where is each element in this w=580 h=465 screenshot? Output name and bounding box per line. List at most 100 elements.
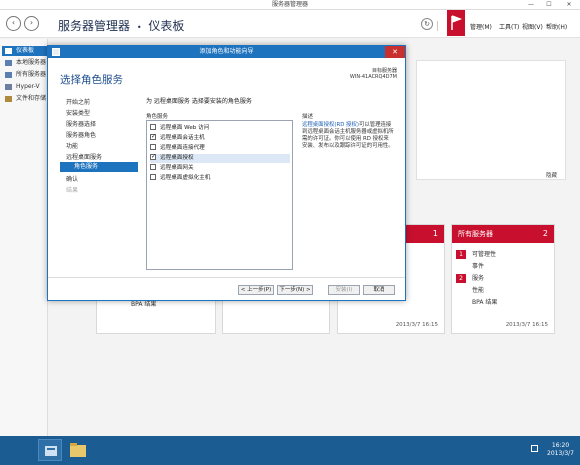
sidebar-item-label: 仪表板: [16, 47, 35, 54]
service-item[interactable]: 远程桌面 Web 访问: [150, 123, 290, 133]
checkbox-unchecked[interactable]: [150, 143, 156, 150]
breadcrumb: 服务器管理器 • 仪表板: [58, 17, 184, 34]
step-server-selection[interactable]: 服务器选择: [66, 119, 96, 128]
checkbox-unchecked[interactable]: [150, 173, 156, 180]
step-before-you-begin[interactable]: 开始之前: [66, 97, 90, 106]
close-icon[interactable]: ✕: [385, 46, 405, 58]
checkbox-unchecked[interactable]: [150, 163, 156, 170]
service-item[interactable]: 远程桌面虚拟化主机: [150, 173, 290, 183]
step-role-services[interactable]: 角色服务: [60, 162, 138, 172]
tile-row-label: 可管理性: [472, 251, 497, 258]
step-rds[interactable]: 远程桌面服务: [66, 152, 102, 161]
hide-link[interactable]: 隐藏: [546, 171, 557, 179]
folder-icon: [5, 96, 12, 102]
service-item-selected[interactable]: ✓ 远程桌面授权: [150, 153, 290, 163]
service-item[interactable]: 远程桌面连接代理: [150, 143, 290, 153]
checkbox-unchecked[interactable]: [150, 123, 156, 130]
checkbox-checked-icon[interactable]: ✓: [150, 133, 156, 140]
minimize-button[interactable]: —: [522, 0, 540, 10]
file-explorer-icon[interactable]: [66, 439, 90, 461]
service-label: 远程桌面网关: [160, 165, 194, 171]
step-features[interactable]: 功能: [66, 141, 78, 150]
tile-row-label: 服务: [472, 275, 485, 282]
sidebar-item-all-servers[interactable]: 所有服务器: [2, 70, 48, 80]
server-manager-taskbar-icon[interactable]: [38, 439, 62, 461]
clock-date: 2013/3/7: [547, 450, 574, 457]
notifications-flag-icon[interactable]: [447, 10, 465, 36]
hyper-v-icon: [5, 84, 12, 90]
breadcrumb-separator: •: [136, 23, 142, 32]
refresh-icon[interactable]: ↻: [421, 18, 433, 30]
sidebar-item-hyper-v[interactable]: Hyper-V: [2, 82, 48, 92]
start-button[interactable]: [8, 439, 32, 461]
header-bar: ‹ › 服务器管理器 • 仪表板 ↻ 管理(M) 工具(T) 视图(V) 帮助(…: [0, 10, 580, 38]
page-title: 选择角色服务: [60, 74, 123, 86]
dashboard-icon: [5, 48, 12, 54]
tile-row-bpa[interactable]: BPA 结果: [472, 297, 497, 306]
step-confirmation[interactable]: 确认: [66, 174, 78, 183]
tile-count: 2: [542, 229, 548, 238]
sidebar-item-label: 所有服务器: [16, 71, 47, 78]
next-button[interactable]: 下一步(N) >: [277, 285, 313, 295]
service-label: 远程桌面会话主机: [160, 135, 205, 141]
wizard-steps: 开始之前 安装类型 服务器选择 服务器角色 功能 远程桌面服务 角色服务 确认 …: [60, 97, 138, 197]
tile-timestamp: 2013/3/7 16:15: [505, 322, 548, 328]
step-results: 结果: [66, 187, 79, 194]
servers-icon: [5, 72, 12, 78]
sidebar-item-file-storage[interactable]: 文件和存储: [2, 94, 48, 104]
sidebar-item-label: 文件和存储: [16, 95, 47, 102]
tile-all-servers[interactable]: 所有服务器 2 1 可管理性 事件 2 服务 性能 BPA 结果 2013/3/7 …: [451, 224, 555, 334]
tile-title: 所有服务器: [458, 230, 493, 238]
description-link[interactable]: 远程桌面授权(RD 授权): [302, 122, 359, 128]
service-label: 远程桌面连接代理: [160, 145, 205, 151]
header-divider: [437, 21, 438, 31]
maximize-button[interactable]: ☐: [540, 0, 558, 10]
tile-row-performance[interactable]: 性能: [472, 285, 484, 294]
window-title: 服务器管理器: [0, 0, 580, 10]
role-services-label: 角色服务: [146, 114, 169, 120]
breadcrumb-page: 仪表板: [148, 19, 185, 33]
welcome-panel: [416, 60, 566, 180]
dialog-title: 添加角色和功能向导: [48, 46, 405, 58]
taskbar: 16:20 2013/3/7: [0, 436, 580, 465]
cancel-button[interactable]: 取消: [363, 285, 395, 295]
menu-manage[interactable]: 管理(M): [470, 22, 492, 31]
close-button[interactable]: ✕: [560, 0, 578, 10]
previous-button[interactable]: < 上一步(P): [238, 285, 274, 295]
footer-divider: [48, 277, 405, 278]
tile-count: 1: [432, 229, 438, 238]
install-button: 安装(I): [328, 285, 360, 295]
step-installation-type[interactable]: 安装类型: [66, 108, 90, 117]
checkbox-checked-icon[interactable]: ✓: [150, 153, 156, 160]
alert-badge: 2: [456, 274, 466, 283]
tile-row-services[interactable]: 2 服务: [456, 273, 484, 283]
service-label: 远程桌面虚拟化主机: [160, 175, 211, 181]
forward-arrow-icon[interactable]: ›: [24, 16, 39, 31]
clock[interactable]: 16:20 2013/3/7: [547, 442, 574, 458]
menu-view[interactable]: 视图(V): [522, 22, 543, 31]
clock-time: 16:20: [551, 442, 570, 449]
service-item[interactable]: ✓ 远程桌面会话主机: [150, 133, 290, 143]
tile-timestamp: 2013/3/7 16:15: [395, 322, 438, 328]
menu-tools[interactable]: 工具(T): [499, 22, 519, 31]
add-roles-wizard-dialog: 添加角色和功能向导 ✕ 选择角色服务 目标服务器 WIN-41ACRQ4D7M …: [47, 45, 406, 301]
menu-help[interactable]: 帮助(H): [546, 22, 567, 31]
sidebar-item-label: Hyper-V: [16, 83, 40, 90]
tile-row-manageability[interactable]: 1 可管理性: [456, 249, 496, 259]
service-item[interactable]: 远程桌面网关: [150, 163, 290, 173]
description-label: 描述: [302, 114, 314, 120]
back-arrow-icon[interactable]: ‹: [6, 16, 21, 31]
sidebar-item-dashboard[interactable]: 仪表板: [2, 46, 48, 56]
flag-tray-icon[interactable]: [531, 445, 538, 452]
sidebar-item-label: 本地服务器: [16, 59, 47, 66]
target-server: 目标服务器 WIN-41ACRQ4D7M: [350, 68, 397, 80]
description-text: 远程桌面授权(RD 授权)可以管理连接到远程桌面会话主机服务器或虚拟机所需的许可…: [302, 122, 394, 150]
role-services-list[interactable]: 远程桌面 Web 访问 ✓ 远程桌面会话主机 远程桌面连接代理 ✓ 远程桌面授权 远…: [146, 120, 293, 270]
alert-badge: 1: [456, 250, 466, 259]
step-server-roles[interactable]: 服务器角色: [66, 130, 96, 139]
wizard-icon: [52, 48, 60, 56]
tile-row-events[interactable]: 事件: [472, 261, 484, 270]
tile-header: 所有服务器 2: [452, 225, 554, 243]
sidebar-item-local-server[interactable]: 本地服务器: [2, 58, 48, 68]
breadcrumb-app[interactable]: 服务器管理器: [58, 19, 130, 33]
